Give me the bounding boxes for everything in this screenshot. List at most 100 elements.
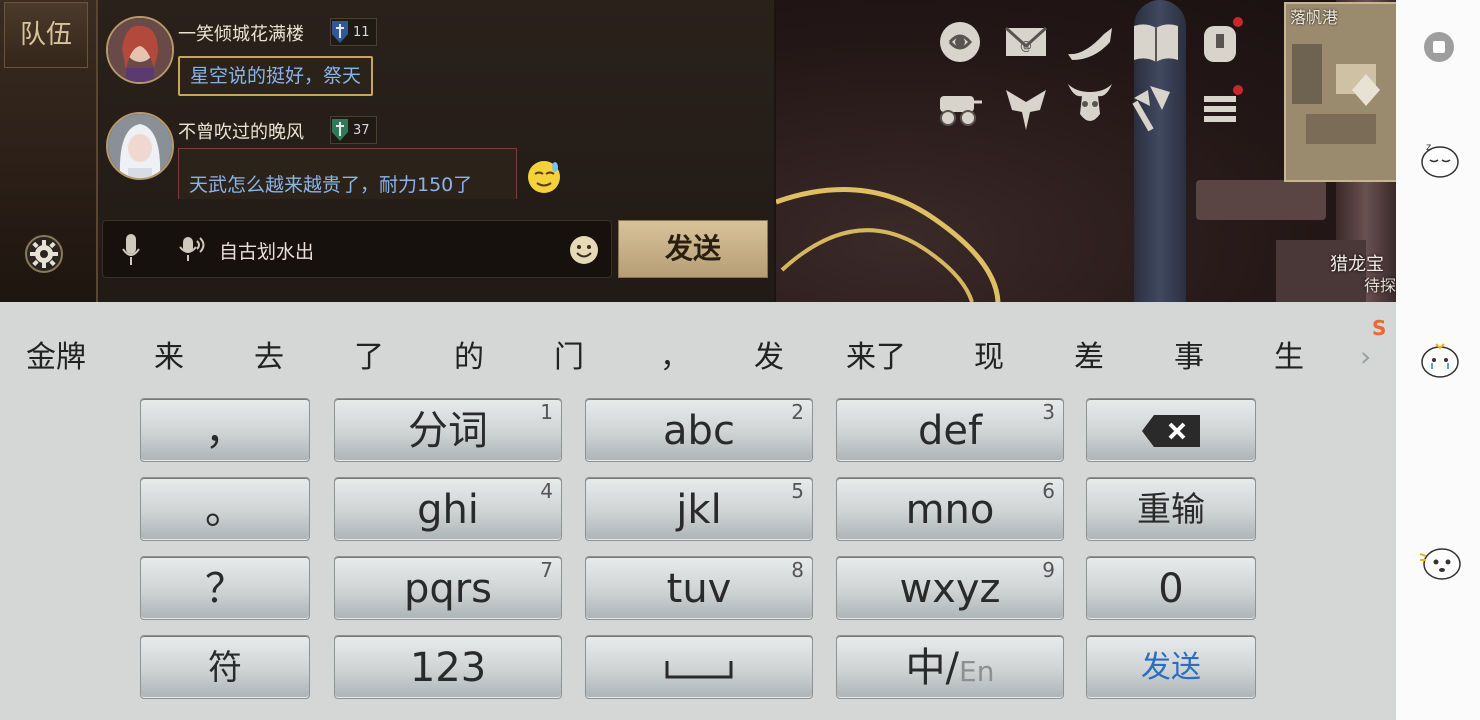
key-4-ghi[interactable]: ghi 4 — [334, 477, 562, 541]
chat-input-field[interactable]: 自古划水出 — [219, 237, 314, 264]
key-send[interactable]: 发送 — [1086, 635, 1256, 699]
player-avatar[interactable] — [106, 16, 174, 84]
candidate-word[interactable]: ， — [660, 332, 690, 376]
horn-icon[interactable] — [1064, 16, 1116, 68]
key-label: wxyz — [899, 566, 1001, 612]
cart-icon[interactable] — [934, 82, 986, 134]
golden-ring-effect — [776, 187, 1001, 302]
sleepy-sticker-icon[interactable]: z — [1418, 140, 1462, 180]
chat-username[interactable]: 一笑倾城花满楼 — [178, 20, 304, 46]
player-avatar[interactable] — [106, 112, 174, 180]
quest-status: 待探 — [1364, 276, 1396, 295]
key-reinput[interactable]: 重输 — [1086, 477, 1256, 541]
svg-text:z: z — [1426, 142, 1431, 153]
settings-gear-icon[interactable] — [24, 234, 64, 274]
candidate-word[interactable]: 差 — [1074, 332, 1104, 376]
key-2-abc[interactable]: abc 2 — [585, 398, 813, 462]
candidate-word[interactable]: 金牌 — [26, 332, 86, 376]
key-number-hint: 8 — [791, 558, 804, 582]
candidate-word[interactable]: 来 — [154, 332, 184, 376]
shocked-sticker-icon[interactable] — [1418, 542, 1462, 582]
key-8-tuv[interactable]: tuv 8 — [585, 556, 813, 620]
key-number-hint: 3 — [1042, 400, 1055, 424]
minimap-location-label: 落帆港 — [1290, 8, 1339, 27]
book-icon[interactable] — [1130, 16, 1182, 68]
candidate-word[interactable]: 发 — [754, 332, 784, 376]
lang-separator: / — [945, 645, 960, 691]
key-question[interactable]: ？ — [140, 556, 310, 620]
lang-alt-label: En — [959, 655, 995, 688]
chat-message-text: 天武怎么越来越贵了，耐力150了 — [189, 174, 473, 196]
key-numbers[interactable]: 123 — [334, 635, 562, 699]
key-language-switch[interactable]: 中/En — [836, 635, 1064, 699]
chat-send-button[interactable]: 发送 — [618, 220, 768, 278]
key-9-wxyz[interactable]: wxyz 9 — [836, 556, 1064, 620]
game-view: 队伍 一笑倾城花满楼 11 星空说的挺好，祭天 不曾吹过的晚风 37 天武怎么越… — [0, 0, 1396, 302]
candidate-word[interactable]: 事 — [1174, 332, 1204, 376]
key-number-hint: 6 — [1042, 479, 1055, 503]
chat-message-bubble: 星空说的挺好，祭天 — [178, 56, 374, 96]
microphone-icon[interactable] — [121, 233, 141, 267]
chat-username[interactable]: 不曾吹过的晚风 — [178, 118, 304, 144]
rank-number: 11 — [353, 24, 370, 40]
mail-icon[interactable]: @ — [1000, 16, 1052, 68]
key-label: tuv — [666, 566, 732, 612]
key-backspace[interactable] — [1086, 398, 1256, 462]
key-label: abc — [663, 408, 735, 454]
stop-recording-button[interactable] — [1424, 32, 1454, 62]
key-label: 分词 — [408, 408, 488, 454]
key-label: jkl — [676, 487, 722, 533]
key-number-hint: 4 — [540, 479, 553, 503]
key-3-def[interactable]: def 3 — [836, 398, 1064, 462]
key-label: mno — [905, 487, 995, 533]
candidate-expand-chevron-icon[interactable]: › — [1360, 340, 1371, 373]
rank-badge: 11 — [330, 18, 377, 46]
key-number-hint: 1 — [540, 400, 553, 424]
key-5-jkl[interactable]: jkl 5 — [585, 477, 813, 541]
rank-badge: 37 — [330, 116, 377, 144]
key-1-segment[interactable]: 分词 1 — [334, 398, 562, 462]
minimap[interactable] — [1284, 2, 1396, 182]
guild-emblem-icon[interactable] — [1000, 82, 1052, 134]
key-6-mno[interactable]: mno 6 — [836, 477, 1064, 541]
menu-icon[interactable] — [1194, 82, 1246, 134]
chat-input-bar[interactable]: 自古划水出 — [102, 220, 612, 278]
backspace-icon — [1142, 415, 1200, 447]
key-zero[interactable]: 0 — [1086, 556, 1256, 620]
emoji-picker-icon[interactable] — [569, 235, 599, 265]
candidate-word[interactable]: 现 — [974, 332, 1004, 376]
crying-sticker-icon[interactable] — [1418, 340, 1462, 380]
candidate-word[interactable]: 来了 — [846, 332, 906, 376]
backpack-icon[interactable] — [1194, 16, 1246, 68]
key-number-hint: 5 — [791, 479, 804, 503]
key-symbols[interactable]: 符 — [140, 635, 310, 699]
svg-text:@: @ — [1020, 39, 1032, 53]
voice-to-text-icon[interactable] — [177, 235, 207, 265]
sogou-logo-icon: S — [1372, 316, 1387, 340]
candidate-word[interactable]: 去 — [254, 332, 284, 376]
key-label: def — [917, 408, 983, 454]
rank-shield-icon — [332, 21, 348, 43]
candidate-word[interactable]: 的 — [454, 332, 484, 376]
sweat-smile-emoji-icon — [528, 161, 560, 193]
key-space[interactable] — [585, 635, 813, 699]
key-comma[interactable]: ， — [140, 398, 310, 462]
candidate-word[interactable]: 了 — [354, 332, 384, 376]
key-number-hint: 9 — [1042, 558, 1055, 582]
key-label: ghi — [417, 487, 479, 533]
lang-main-label: 中 — [905, 645, 946, 691]
team-tab[interactable]: 队伍 — [4, 2, 88, 68]
key-period[interactable]: 。 — [140, 477, 310, 541]
candidate-word[interactable]: 门 — [554, 332, 584, 376]
candidate-word[interactable]: 生 — [1274, 332, 1304, 376]
rose-icon[interactable] — [934, 16, 986, 68]
scene-ledge — [1196, 180, 1326, 220]
bull-skull-icon[interactable] — [1064, 78, 1116, 130]
axe-icon[interactable] — [1130, 82, 1182, 134]
chat-message-bubble: 天武怎么越来越贵了，耐力150了 — [178, 148, 518, 199]
key-7-pqrs[interactable]: pqrs 7 — [334, 556, 562, 620]
key-label: pqrs — [403, 566, 493, 612]
space-bar-icon — [665, 661, 733, 679]
left-sidebar: 队伍 — [0, 0, 98, 302]
rank-number: 37 — [353, 122, 370, 138]
